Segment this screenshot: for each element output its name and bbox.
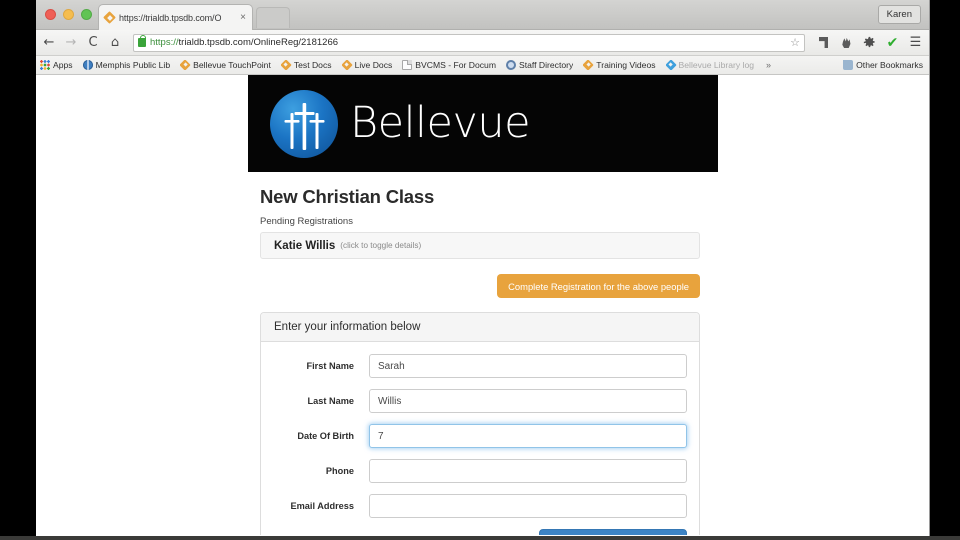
page-title: New Christian Class: [260, 186, 435, 207]
check-icon[interactable]: ✔: [885, 35, 900, 51]
bookmark-bellevue-touchpoint[interactable]: Bellevue TouchPoint: [180, 60, 271, 70]
tab-favicon-icon: [104, 12, 115, 23]
phone-label: Phone: [325, 466, 354, 476]
form-body: First Name Last Name Date Of Birth: [261, 342, 699, 535]
bookmark-label: Staff Directory: [519, 60, 574, 70]
url-rest: trialdb.tpsdb.com/OnlineReg/2181266: [178, 37, 339, 48]
bookmark-label: BVCMS - For Docum: [415, 60, 496, 70]
form-heading: Enter your information below: [261, 313, 699, 342]
bookmark-label: Other Bookmarks: [856, 60, 923, 70]
home-icon[interactable]: ⌂: [108, 36, 122, 49]
browser-tab[interactable]: https://trialdb.tpsdb.com/O ×: [98, 4, 253, 30]
tab-close-icon[interactable]: ×: [237, 12, 247, 23]
bookmarks-overflow-icon[interactable]: »: [766, 60, 771, 70]
forward-icon[interactable]: →: [64, 36, 78, 49]
diamond-orange-icon: [342, 60, 352, 70]
hand-icon[interactable]: [839, 35, 854, 51]
document-icon: [402, 60, 413, 70]
lock-icon: [138, 34, 147, 47]
bookmark-apps[interactable]: Apps: [40, 60, 73, 70]
phone-input[interactable]: [369, 459, 687, 483]
tab-strip: https://trialdb.tpsdb.com/O × Karen: [36, 0, 929, 30]
three-crosses-logo-icon: [270, 89, 338, 158]
bookmark-training-videos[interactable]: Training Videos: [583, 60, 655, 70]
form-row-phone: Phone: [261, 459, 687, 483]
bookmark-label: Bellevue TouchPoint: [193, 60, 271, 70]
bookmark-label: Memphis Public Lib: [95, 60, 171, 70]
bookmark-live-docs[interactable]: Live Docs: [342, 60, 393, 70]
tab-title: https://trialdb.tpsdb.com/O: [119, 12, 222, 23]
address-bar-url: https://trialdb.tpsdb.com/OnlineReg/2181…: [150, 37, 788, 48]
back-icon[interactable]: ←: [42, 36, 56, 49]
diamond-blue-icon: [666, 60, 676, 70]
close-window-button[interactable]: [45, 9, 56, 20]
pending-registrations-label: Pending Registrations: [260, 216, 353, 227]
page-viewport: Bellevue New Christian Class Pending Reg…: [36, 75, 929, 535]
first-name-input[interactable]: [369, 354, 687, 378]
profile-chip[interactable]: Karen: [877, 5, 921, 24]
folder-icon: [843, 60, 854, 70]
complete-registration-row: Complete Registration for the above peop…: [260, 274, 700, 298]
menu-icon[interactable]: ☰: [908, 35, 923, 51]
browser-window: https://trialdb.tpsdb.com/O × Karen ← → …: [36, 0, 930, 536]
pending-person-name: Katie Willis: [274, 239, 336, 252]
reload-icon[interactable]: C: [86, 36, 100, 49]
bookmark-bellevue-library-login[interactable]: Bellevue Library log: [666, 60, 754, 70]
minimize-window-button[interactable]: [63, 9, 74, 20]
diamond-orange-icon: [583, 60, 593, 70]
page-content: Bellevue New Christian Class Pending Reg…: [248, 75, 718, 535]
pending-person-hint: (click to toggle details): [340, 241, 422, 250]
complete-registration-button[interactable]: Complete Registration for the above peop…: [497, 274, 700, 298]
bookmark-label: Training Videos: [596, 60, 656, 70]
bookmark-label: Live Docs: [354, 60, 393, 70]
pending-registration-row[interactable]: Katie Willis (click to toggle details): [260, 232, 700, 259]
browser-toolbar: ← → C ⌂ https://trialdb.tpsdb.com/Online…: [36, 30, 929, 56]
brand-wordmark: Bellevue: [350, 98, 531, 148]
submit-row: Submit: [261, 529, 687, 535]
submit-button[interactable]: Submit: [539, 529, 687, 535]
page-main: New Christian Class Pending Registration…: [248, 172, 718, 535]
screen-bottom-strip: [0, 536, 960, 540]
form-row-date-of-birth: Date Of Birth: [261, 424, 687, 448]
screen-root: https://trialdb.tpsdb.com/O × Karen ← → …: [0, 0, 960, 540]
bookmark-label: Test Docs: [293, 60, 332, 70]
form-row-email-address: Email Address: [261, 494, 687, 518]
bookmark-memphis-public-lib[interactable]: Memphis Public Lib: [82, 60, 171, 70]
diamond-orange-icon: [180, 60, 190, 70]
last-name-label: Last Name: [307, 396, 354, 406]
last-name-input[interactable]: [369, 389, 687, 413]
bookmark-staff-directory[interactable]: Staff Directory: [506, 60, 573, 70]
gear-icon[interactable]: [862, 35, 877, 51]
registration-form-panel: Enter your information below First Name …: [260, 312, 700, 535]
bookmark-pane-icon[interactable]: [816, 35, 831, 51]
bookmark-label: Bellevue Library log: [678, 60, 755, 70]
bookmark-bvcms-for-documentation[interactable]: BVCMS - For Docum: [402, 60, 496, 70]
bookmark-other-bookmarks[interactable]: Other Bookmarks: [843, 60, 923, 70]
first-name-label: First Name: [306, 361, 355, 371]
bookmark-label: Apps: [53, 60, 73, 70]
address-bar[interactable]: https://trialdb.tpsdb.com/OnlineReg/2181…: [133, 33, 805, 52]
apps-grid-icon: [40, 60, 50, 70]
people-icon: [506, 60, 516, 70]
site-header-banner: Bellevue: [248, 75, 718, 172]
date-of-birth-label: Date Of Birth: [297, 431, 354, 441]
globe-icon: [82, 60, 93, 70]
form-row-last-name: Last Name: [261, 389, 687, 413]
zoom-window-button[interactable]: [81, 9, 92, 20]
email-address-input[interactable]: [369, 494, 687, 518]
star-icon[interactable]: ☆: [788, 36, 800, 49]
bookmark-test-docs[interactable]: Test Docs: [281, 60, 332, 70]
new-tab-button[interactable]: [256, 7, 290, 28]
date-of-birth-input[interactable]: [369, 424, 687, 448]
diamond-orange-icon: [281, 60, 291, 70]
email-address-label: Email Address: [290, 501, 355, 511]
bookmarks-bar: Apps Memphis Public Lib Bellevue TouchPo…: [36, 56, 929, 75]
form-row-first-name: First Name: [261, 354, 687, 378]
window-traffic-lights: [45, 9, 92, 20]
url-scheme: https://: [150, 37, 179, 48]
